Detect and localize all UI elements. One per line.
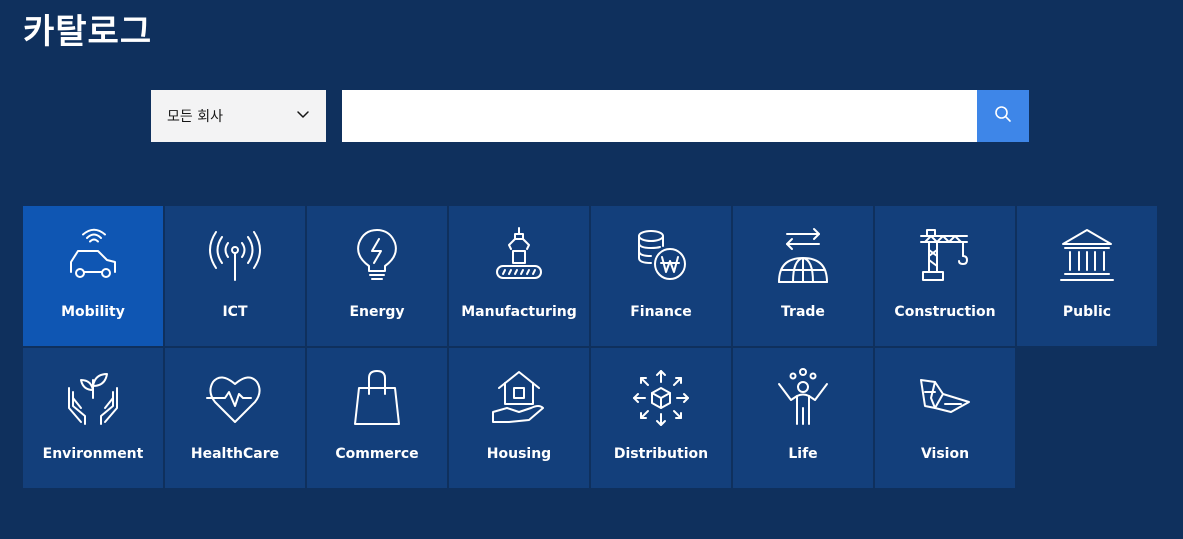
category-grid: Mobility ICT Energy Manufacturing Financ… — [23, 206, 1157, 488]
category-tile-distribution[interactable]: Distribution — [591, 348, 731, 488]
hand-house-icon — [489, 368, 549, 428]
page-title: 카탈로그 — [23, 12, 153, 52]
category-label: Distribution — [613, 446, 709, 462]
category-tile-finance[interactable]: Finance — [591, 206, 731, 346]
category-tile-life[interactable]: Life — [733, 348, 873, 488]
category-label: Life — [788, 446, 818, 462]
hands-sprout-icon — [63, 368, 123, 428]
category-tile-commerce[interactable]: Commerce — [307, 348, 447, 488]
person-celebrate-icon — [773, 368, 833, 428]
car-wifi-icon — [63, 226, 123, 286]
category-label: Mobility — [61, 304, 125, 320]
box-arrows-icon — [631, 368, 691, 428]
category-label: ICT — [222, 304, 248, 320]
search-icon — [993, 104, 1013, 128]
category-label: Energy — [349, 304, 405, 320]
chevron-down-icon — [296, 107, 310, 125]
category-label: Vision — [920, 446, 970, 462]
category-tile-trade[interactable]: Trade — [733, 206, 873, 346]
category-tile-mobility[interactable]: Mobility — [23, 206, 163, 346]
category-tile-housing[interactable]: Housing — [449, 348, 589, 488]
category-tile-environment[interactable]: Environment — [23, 348, 163, 488]
shopping-bag-icon — [347, 368, 407, 428]
antenna-icon — [205, 226, 265, 286]
category-label: Public — [1062, 304, 1112, 320]
crane-icon — [915, 226, 975, 286]
category-tile-manufacturing[interactable]: Manufacturing — [449, 206, 589, 346]
government-building-icon — [1057, 226, 1117, 286]
category-label: Trade — [781, 304, 825, 320]
category-label: Environment — [42, 446, 144, 462]
heart-pulse-icon — [205, 368, 265, 428]
category-tile-energy[interactable]: Energy — [307, 206, 447, 346]
bulb-bolt-icon — [347, 226, 407, 286]
category-label: HealthCare — [190, 446, 280, 462]
robot-arm-conveyor-icon — [489, 226, 549, 286]
category-label: Housing — [486, 446, 552, 462]
category-tile-vision[interactable]: Vision — [875, 348, 1015, 488]
category-label: Commerce — [335, 446, 419, 462]
category-tile-ict[interactable]: ICT — [165, 206, 305, 346]
company-select[interactable]: 모든 회사 — [151, 90, 326, 142]
category-tile-public[interactable]: Public — [1017, 206, 1157, 346]
drone-icon — [915, 368, 975, 428]
category-tile-construction[interactable]: Construction — [875, 206, 1015, 346]
coins-won-icon — [631, 226, 691, 286]
category-label: Manufacturing — [461, 304, 577, 320]
search-button[interactable] — [977, 90, 1029, 142]
category-label: Finance — [630, 304, 692, 320]
search-input[interactable] — [342, 90, 977, 142]
category-label: Construction — [894, 304, 996, 320]
category-tile-healthcare[interactable]: HealthCare — [165, 348, 305, 488]
globe-arrows-icon — [773, 226, 833, 286]
company-select-value: 모든 회사 — [167, 109, 223, 125]
